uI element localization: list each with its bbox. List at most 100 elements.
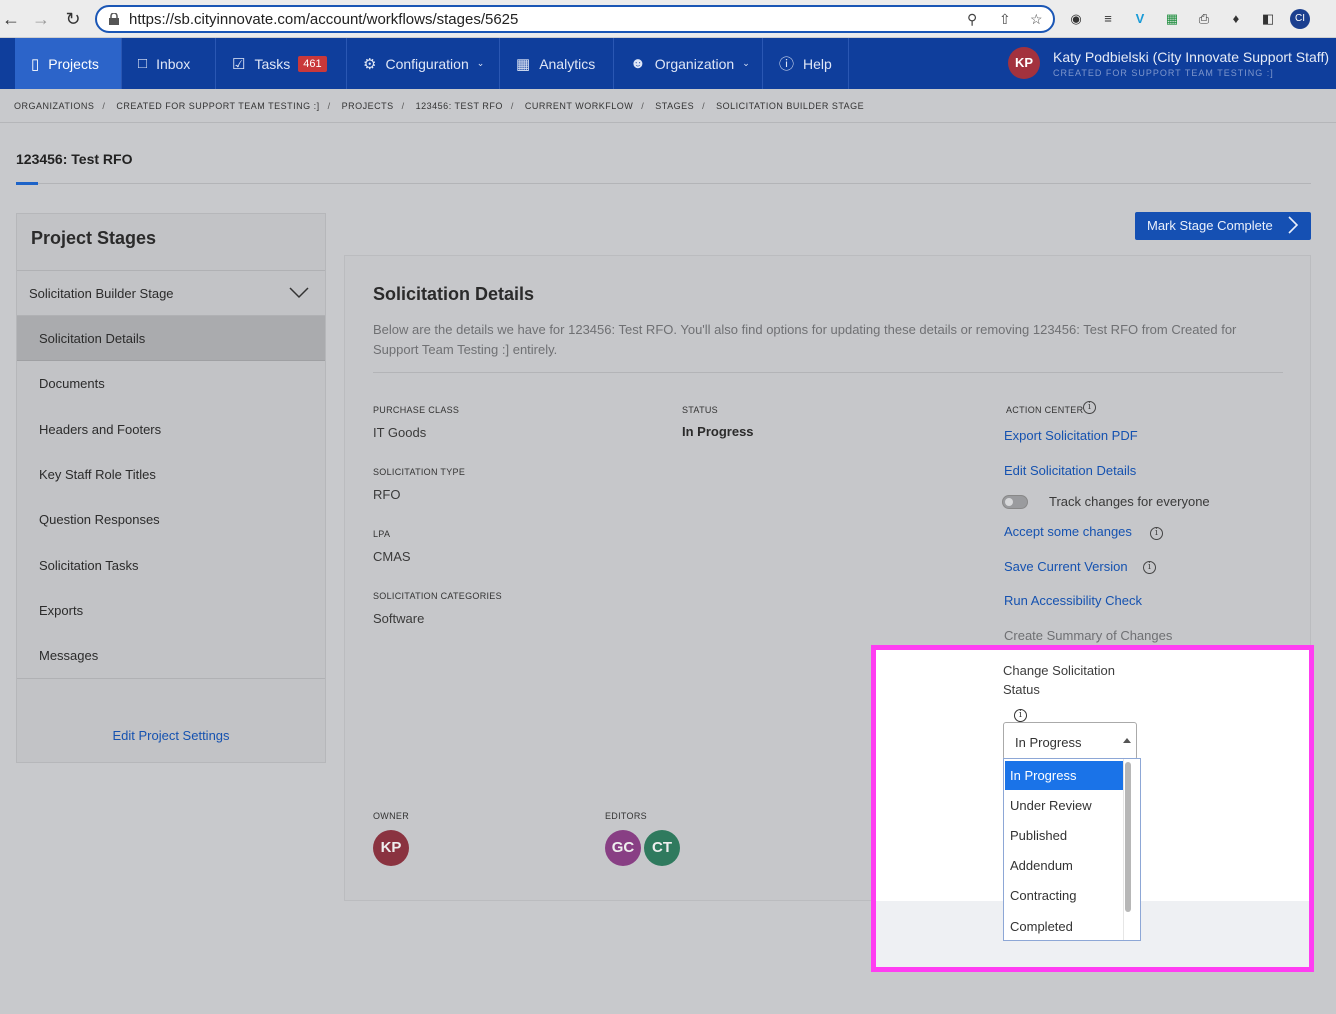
sidebar-item-key-staff[interactable]: Key Staff Role Titles	[17, 452, 325, 497]
sidebar-item-messages[interactable]: Messages	[17, 633, 325, 678]
status-value: In Progress	[682, 424, 754, 439]
nav-tasks-label: Tasks	[254, 55, 291, 72]
bookmark-star-icon[interactable]: ☆	[1030, 11, 1043, 28]
sidebar-item-headers-footers[interactable]: Headers and Footers	[17, 407, 325, 452]
nav-analytics[interactable]: ▦ Analytics	[500, 38, 614, 89]
highlight-box: Change Solicitation Status i In Progress…	[871, 645, 1314, 972]
reader-icon[interactable]: ≡	[1098, 9, 1118, 29]
chevron-down-icon	[289, 287, 309, 299]
scrollbar-track	[1123, 759, 1124, 940]
nav-configuration[interactable]: ⚙ Configuration ⌄	[347, 38, 500, 89]
status-option[interactable]: In Progress	[1005, 761, 1123, 790]
page-title: 123456: Test RFO	[16, 151, 133, 167]
nav-configuration-label: Configuration	[385, 55, 469, 72]
scrollbar-thumb[interactable]	[1125, 762, 1131, 912]
breadcrumb-item[interactable]: CREATED FOR SUPPORT TEAM TESTING :]	[116, 101, 319, 111]
sidebar-item-exports[interactable]: Exports	[17, 588, 325, 633]
info-icon[interactable]: i	[1014, 709, 1027, 722]
sidebar-item-solicitation-tasks[interactable]: Solicitation Tasks	[17, 543, 325, 588]
nav-help[interactable]: ⓘ Help	[763, 38, 849, 89]
solicitation-type-label: SOLICITATION TYPE	[373, 467, 466, 477]
sidebar-item-documents[interactable]: Documents	[17, 361, 325, 406]
nav-projects-label: Projects	[48, 55, 99, 72]
breadcrumb-item: SOLICITATION BUILDER STAGE	[716, 101, 865, 111]
editor-avatar[interactable]: CT	[644, 830, 680, 866]
editors-label: EDITORS	[605, 811, 647, 821]
forward-icon[interactable]: →	[30, 8, 52, 30]
chart-icon: ▦	[516, 55, 531, 73]
mark-stage-complete-button[interactable]: Mark Stage Complete	[1135, 212, 1311, 240]
edit-project-settings-link[interactable]: Edit Project Settings	[17, 728, 325, 743]
purchase-class-label: PURCHASE CLASS	[373, 405, 460, 415]
sheets-icon[interactable]: ▦	[1162, 9, 1182, 29]
chevron-down-icon: ⌄	[742, 58, 750, 68]
projects-icon: ▯	[31, 55, 40, 73]
export-pdf-link[interactable]: Export Solicitation PDF	[1004, 428, 1138, 443]
info-icon[interactable]: i	[1150, 527, 1163, 540]
caret-up-icon	[1123, 738, 1131, 743]
summary-of-changes-text: Create Summary of Changes	[1004, 628, 1173, 643]
nav-help-label: Help	[803, 55, 832, 72]
browser-toolbar: ← → ↻ https://sb.cityinnovate.com/accoun…	[0, 0, 1336, 38]
divider	[16, 183, 1311, 184]
status-option[interactable]: Under Review	[1005, 791, 1123, 820]
save-version-link[interactable]: Save Current Version	[1004, 559, 1128, 574]
people-icon: ☻	[630, 55, 646, 72]
vimeo-icon[interactable]: V	[1130, 9, 1150, 29]
details-description: Below are the details we have for 123456…	[373, 322, 1237, 357]
puzzle-icon[interactable]: ♦	[1226, 9, 1246, 29]
sidebar-icon[interactable]: ◧	[1258, 9, 1278, 29]
info-icon[interactable]: i	[1143, 561, 1156, 574]
nav-projects[interactable]: ▯ Projects	[15, 38, 122, 89]
lock-icon	[109, 13, 119, 25]
chevron-right-icon	[1288, 216, 1299, 234]
track-changes-label: Track changes for everyone	[1049, 494, 1210, 509]
divider	[0, 122, 1336, 123]
breadcrumb-item[interactable]: STAGES	[655, 101, 694, 111]
status-option[interactable]: Contracting	[1005, 881, 1123, 910]
breadcrumb-item[interactable]: CURRENT WORKFLOW	[525, 101, 633, 111]
user-name[interactable]: Katy Podbielski (City Innovate Support S…	[1053, 49, 1329, 65]
change-status-label: Change Solicitation Status	[1003, 663, 1116, 697]
nav-organization[interactable]: ☻ Organization ⌄	[614, 38, 763, 89]
info-icon[interactable]: i	[1083, 401, 1096, 414]
profile-icon[interactable]: CI	[1290, 9, 1310, 29]
sidebar-item-solicitation-details[interactable]: Solicitation Details	[17, 316, 325, 361]
owner-avatar[interactable]: KP	[373, 830, 409, 866]
editor-avatar[interactable]: GC	[605, 830, 641, 866]
status-option[interactable]: Published	[1005, 821, 1123, 850]
status-label: STATUS	[682, 405, 718, 415]
edit-details-link[interactable]: Edit Solicitation Details	[1004, 463, 1136, 478]
status-option[interactable]: Completed	[1005, 912, 1123, 941]
lpa-value: CMAS	[373, 549, 411, 564]
zoom-icon[interactable]: ⚲	[967, 11, 977, 28]
nav-inbox[interactable]: □ Inbox	[122, 38, 216, 89]
track-changes-toggle[interactable]	[1002, 495, 1028, 509]
purchase-class-value: IT Goods	[373, 425, 427, 440]
status-select[interactable]: In Progress	[1003, 722, 1137, 760]
mark-stage-complete-label: Mark Stage Complete	[1147, 218, 1273, 233]
breadcrumb-item[interactable]: ORGANIZATIONS	[14, 101, 94, 111]
accept-changes-link[interactable]: Accept some changes	[1004, 524, 1132, 539]
breadcrumb-item[interactable]: 123456: TEST RFO	[416, 101, 503, 111]
help-icon: ⓘ	[779, 56, 795, 73]
stage-label: Solicitation Builder Stage	[29, 286, 174, 301]
print-icon[interactable]: ⎙	[1194, 9, 1214, 29]
status-option[interactable]: Addendum	[1005, 851, 1123, 880]
categories-value: Software	[373, 611, 425, 626]
breadcrumb-item[interactable]: PROJECTS	[342, 101, 394, 111]
nav-tasks[interactable]: ☑ Tasks 461	[216, 38, 347, 89]
stage-selector[interactable]: Solicitation Builder Stage	[17, 270, 325, 316]
share-icon[interactable]: ⇧	[999, 11, 1011, 28]
user-avatar[interactable]: KP	[1008, 47, 1040, 79]
gear-icon: ⚙	[363, 55, 377, 73]
address-bar[interactable]: https://sb.cityinnovate.com/account/work…	[95, 5, 1055, 33]
extension-icon[interactable]: ◉	[1066, 9, 1086, 29]
reload-icon[interactable]: ↻	[62, 8, 84, 30]
accessibility-check-link[interactable]: Run Accessibility Check	[1004, 593, 1142, 608]
status-options-list[interactable]: In Progress Under Review Published Adden…	[1003, 758, 1141, 941]
sidebar-item-question-responses[interactable]: Question Responses	[17, 497, 325, 542]
back-icon[interactable]: ←	[0, 8, 22, 30]
nav-analytics-label: Analytics	[539, 55, 596, 72]
project-stages-panel: Project Stages Solicitation Builder Stag…	[16, 213, 326, 763]
